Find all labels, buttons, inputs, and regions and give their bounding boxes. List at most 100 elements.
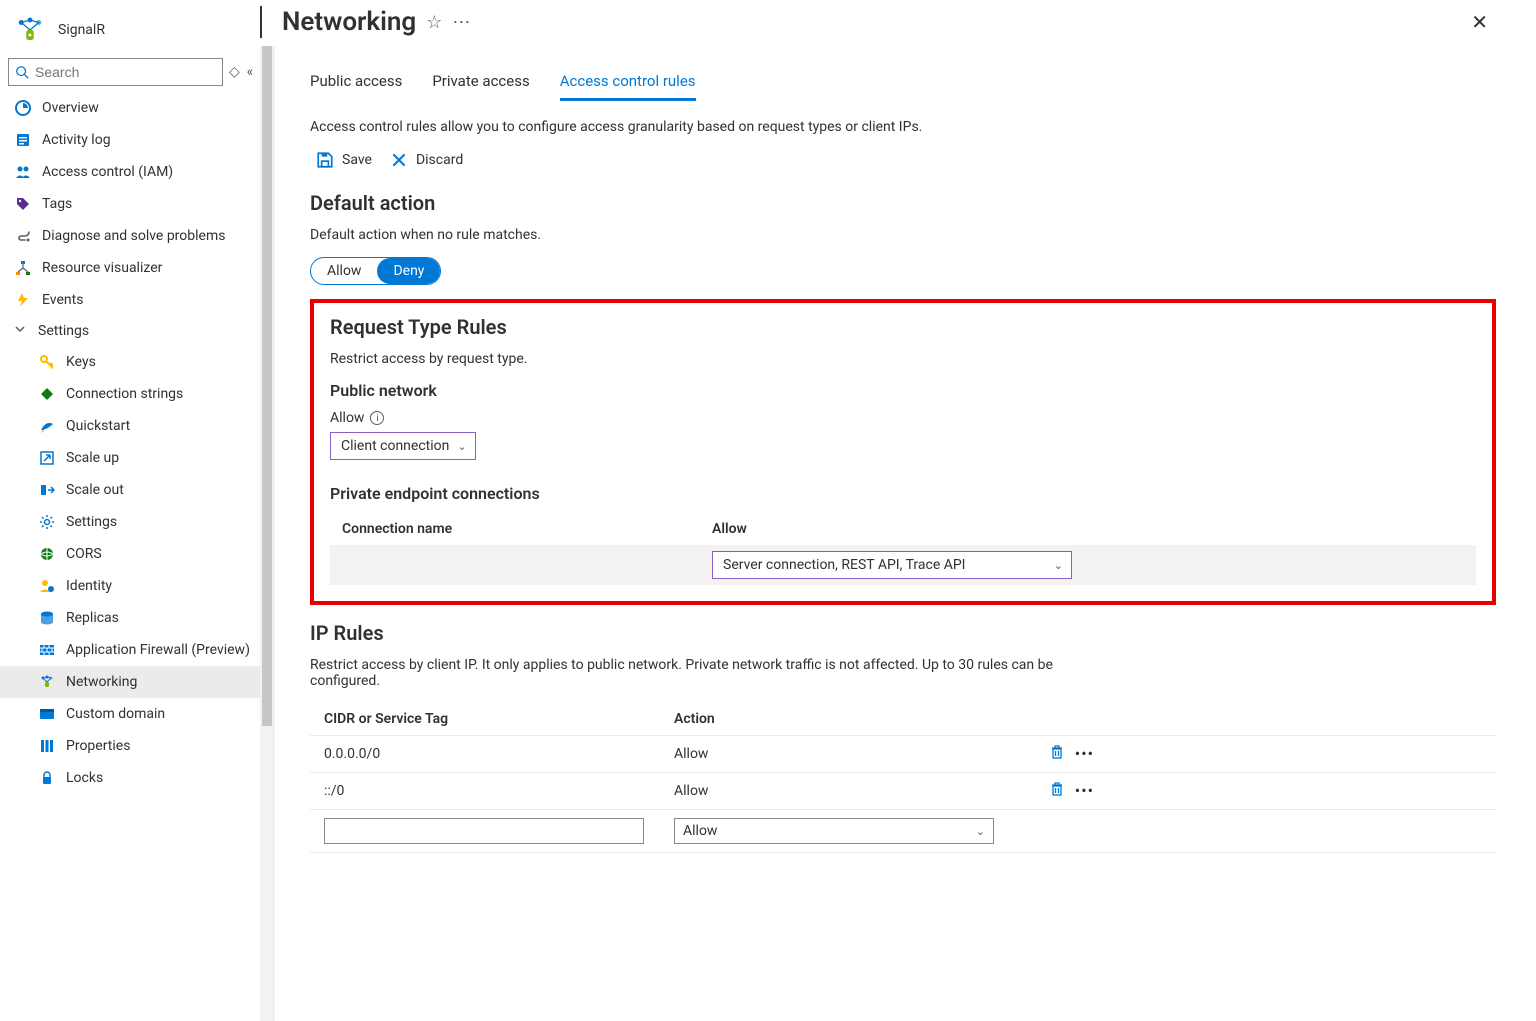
discard-button[interactable]: Discard [390,151,463,169]
save-label: Save [342,152,372,168]
chevron-down-icon: ⌄ [457,440,466,453]
new-cidr-input[interactable] [324,818,644,844]
toggle-deny[interactable]: Deny [377,258,440,284]
ip-rule-row: ::/0 Allow ••• [310,773,1496,810]
ip-col-cidr: CIDR or Service Tag [324,711,674,727]
resource-visualizer-icon [14,259,32,277]
blade-title-bar: Networking ☆ ⋯ ✕ [260,0,1536,46]
nav-label: Settings [38,323,89,339]
row-more-button[interactable]: ••• [1075,781,1094,801]
nav-label: Connection strings [66,386,183,402]
nav-cors[interactable]: CORS [0,538,260,570]
nav-access-control[interactable]: Access control (IAM) [0,156,260,188]
scroll-thumb[interactable] [262,46,272,726]
ip-cidr-cell: 0.0.0.0/0 [324,746,674,762]
nav-keys[interactable]: Keys [0,346,260,378]
nav-settings-group[interactable]: Settings [0,316,260,346]
search-input[interactable] [35,64,216,80]
resource-name: SignalR [58,22,105,38]
networking-tabs: Public access Private access Access cont… [310,66,1496,101]
collapse-sidebar-icon[interactable]: « [246,64,254,80]
nav-label: Networking [66,674,137,690]
scale-up-icon [38,449,56,467]
gear-icon [38,513,56,531]
ip-cidr-cell: ::/0 [324,783,674,799]
request-type-rules-highlight: Request Type Rules Restrict access by re… [310,299,1496,605]
delete-rule-button[interactable] [1049,744,1065,764]
nav-connection-strings[interactable]: Connection strings [0,378,260,410]
tab-private-access[interactable]: Private access [432,66,529,101]
delete-rule-button[interactable] [1049,781,1065,801]
nav-label: Custom domain [66,706,165,722]
sidebar-search[interactable] [8,58,223,86]
favorite-star-icon[interactable]: ☆ [426,12,442,33]
expand-collapse-icon[interactable]: ◇ [229,64,240,80]
custom-domain-icon [38,705,56,723]
toggle-allow[interactable]: Allow [311,258,377,284]
cors-icon [38,545,56,563]
ip-rules-heading: IP Rules [310,621,1496,645]
nav-diagnose[interactable]: Diagnose and solve problems [0,220,260,252]
public-allow-dropdown[interactable]: Client connection ⌄ [330,432,476,460]
nav-scale-out[interactable]: Scale out [0,474,260,506]
dropdown-value: Allow [683,823,717,839]
info-icon[interactable]: i [370,411,384,425]
sidebar: SignalR ◇ « Overview Activity log [0,0,260,1021]
chevron-down-icon: ⌄ [976,825,985,838]
request-type-desc: Restrict access by request type. [330,351,1476,367]
nav-locks[interactable]: Locks [0,762,260,794]
nav-label: Application Firewall (Preview) [66,642,250,658]
nav-networking[interactable]: Networking [0,666,260,698]
pe-col-name: Connection name [342,521,712,537]
nav-app-firewall[interactable]: Application Firewall (Preview) [0,634,260,666]
close-blade-button[interactable]: ✕ [1471,10,1516,34]
ip-rule-new-row: Allow ⌄ [310,810,1496,853]
nav-label: Properties [66,738,130,754]
nav-scale-up[interactable]: Scale up [0,442,260,474]
new-action-dropdown[interactable]: Allow ⌄ [674,818,994,844]
access-control-icon [14,163,32,181]
save-button[interactable]: Save [316,151,372,169]
sidebar-nav: Overview Activity log Access control (IA… [0,92,260,1021]
sidebar-header: SignalR [0,4,260,58]
pe-allow-dropdown[interactable]: Server connection, REST API, Trace API ⌄ [712,551,1072,579]
quickstart-icon [38,417,56,435]
nav-settings[interactable]: Settings [0,506,260,538]
page-title: Networking [282,7,416,37]
tab-public-access[interactable]: Public access [310,66,402,101]
title-more-icon[interactable]: ⋯ [452,12,472,33]
tab-access-control-rules[interactable]: Access control rules [560,66,696,101]
nav-label: Scale up [66,450,119,466]
nav-label: Tags [42,196,72,212]
row-more-button[interactable]: ••• [1075,744,1094,764]
nav-label: Locks [66,770,103,786]
ip-action-cell: Allow [674,783,1014,799]
nav-resource-visualizer[interactable]: Resource visualizer [0,252,260,284]
nav-identity[interactable]: Identity [0,570,260,602]
nav-properties[interactable]: Properties [0,730,260,762]
signalr-logo-icon [12,12,48,48]
nav-label: Scale out [66,482,124,498]
nav-quickstart[interactable]: Quickstart [0,410,260,442]
nav-label: Settings [66,514,117,530]
nav-label: Events [42,292,83,308]
firewall-icon [38,641,56,659]
nav-label: Activity log [42,132,111,148]
nav-activity-log[interactable]: Activity log [0,124,260,156]
pe-heading: Private endpoint connections [330,484,1476,503]
nav-overview[interactable]: Overview [0,92,260,124]
nav-label: Identity [66,578,112,594]
pe-table: Connection name Allow Server connection,… [330,513,1476,585]
scrollbar[interactable] [260,46,276,1021]
connection-strings-icon [38,385,56,403]
discard-label: Discard [416,152,463,168]
nav-custom-domain[interactable]: Custom domain [0,698,260,730]
nav-tags[interactable]: Tags [0,188,260,220]
nav-replicas[interactable]: Replicas [0,602,260,634]
public-allow-label: Allow i [330,410,1476,426]
nav-events[interactable]: Events [0,284,260,316]
pe-table-row: Server connection, REST API, Trace API ⌄ [330,545,1476,585]
tab-description: Access control rules allow you to config… [310,119,1496,135]
ip-table-header: CIDR or Service Tag Action [310,703,1496,736]
nav-label: Resource visualizer [42,260,162,276]
